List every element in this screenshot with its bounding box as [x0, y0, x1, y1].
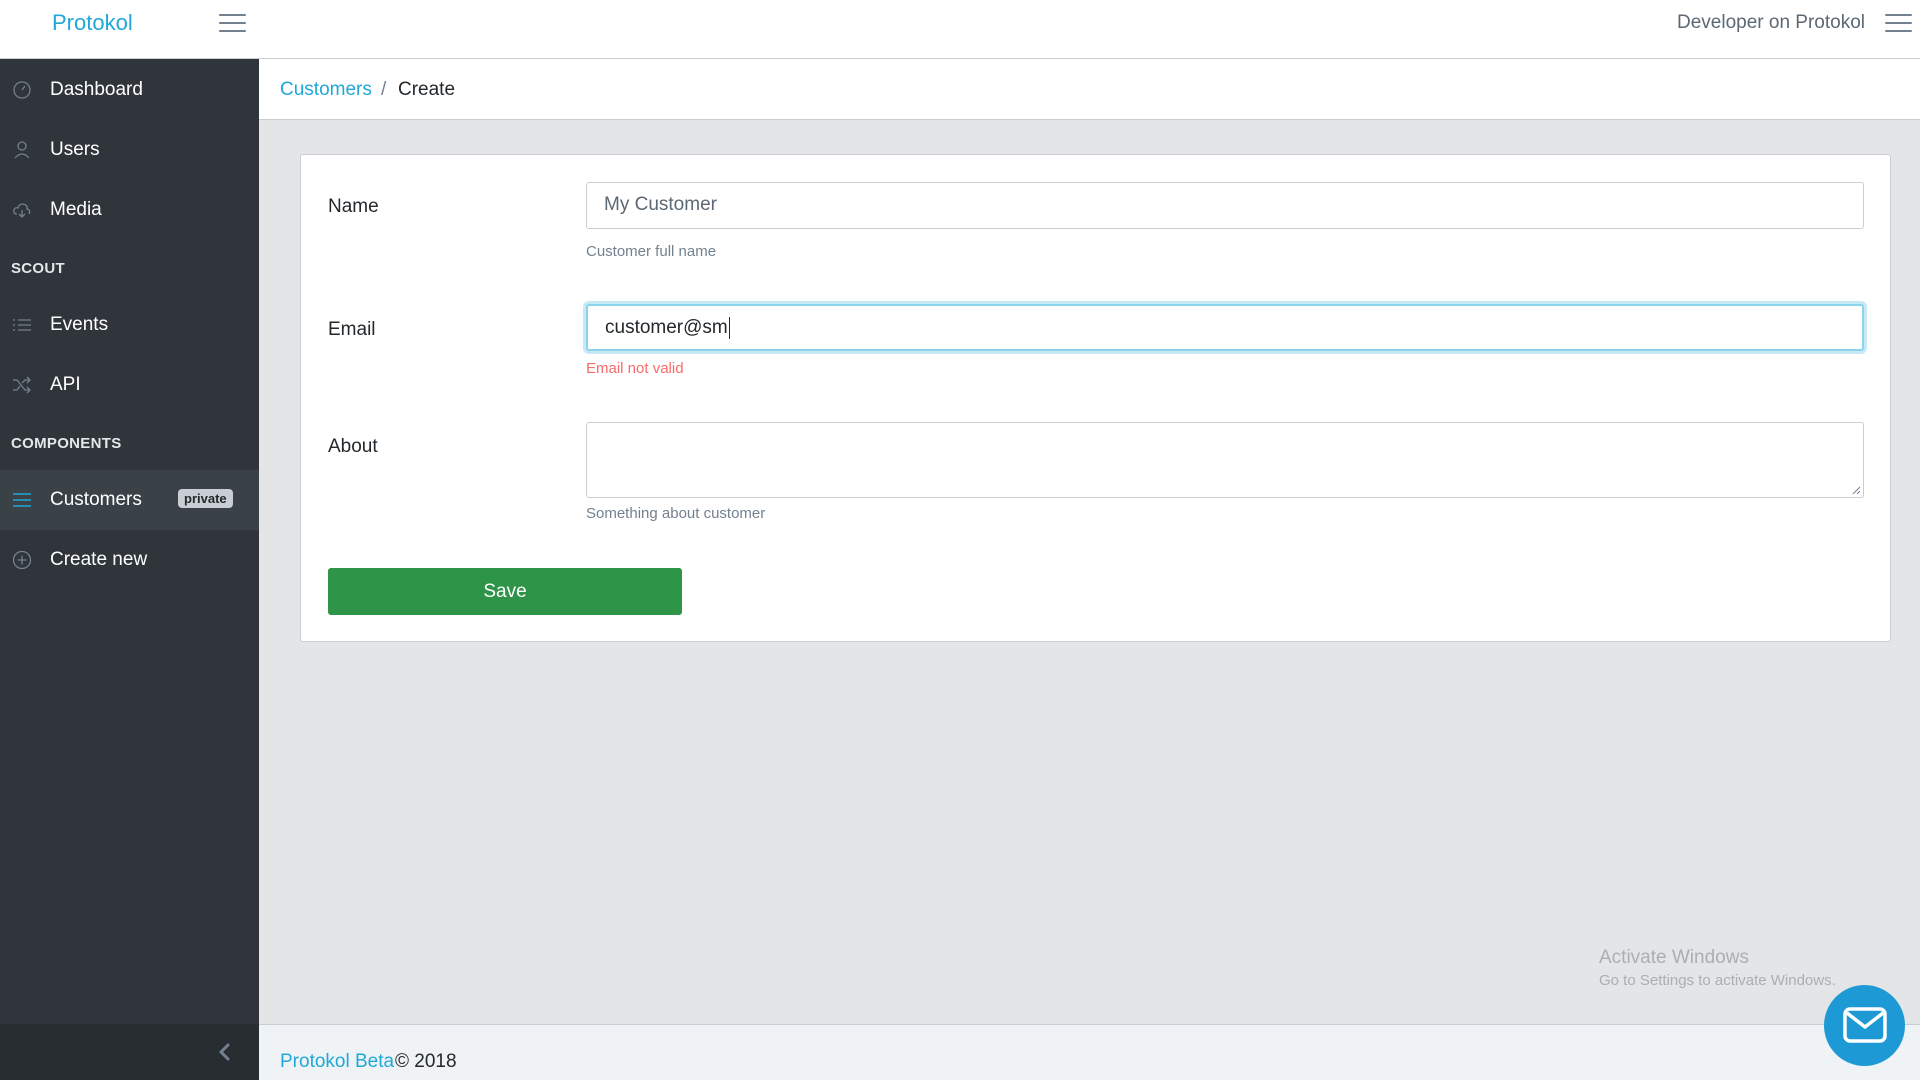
activation-watermark-subtitle: Go to Settings to activate Windows.	[1599, 972, 1836, 989]
sidebar-item-label: Dashboard	[50, 79, 143, 100]
sidebar-item-api[interactable]: API	[0, 355, 259, 415]
mail-icon	[1843, 1007, 1887, 1043]
sidebar-item-create-new[interactable]: Create new	[0, 530, 259, 590]
name-label: Name	[328, 196, 379, 217]
breadcrumb-link-customers[interactable]: Customers	[280, 79, 372, 101]
sidebar-item-label: Users	[50, 139, 100, 160]
chat-button[interactable]	[1824, 985, 1905, 1066]
chevron-left-icon[interactable]	[214, 1040, 236, 1064]
sidebar-item-customers[interactable]: Customers private	[0, 470, 259, 530]
breadcrumb-separator: /	[381, 79, 387, 100]
menu-icon	[13, 493, 31, 507]
sidebar-item-dashboard[interactable]: Dashboard	[0, 60, 259, 120]
about-label: About	[328, 436, 378, 457]
activation-watermark-title: Activate Windows	[1599, 947, 1749, 968]
sidebar-item-label: Create new	[50, 549, 148, 570]
sidebar-toggle-icon[interactable]	[219, 12, 246, 34]
shuffle-icon	[13, 376, 31, 394]
plus-circle-icon	[12, 550, 32, 570]
speedometer-icon	[13, 81, 31, 99]
name-input[interactable]: My Customer	[586, 182, 1864, 229]
sidebar: Dashboard Users Media SCOUT Events API C…	[0, 59, 259, 1080]
email-input-value: customer@sm	[605, 317, 728, 339]
email-input[interactable]: customer@sm	[586, 304, 1864, 351]
customer-form-card: Name My Customer Customer full name Emai…	[300, 154, 1891, 642]
sidebar-item-media[interactable]: Media	[0, 180, 259, 240]
text-caret	[728, 317, 730, 339]
sidebar-item-users[interactable]: Users	[0, 120, 259, 180]
brand-logo[interactable]: Protokol	[52, 10, 133, 36]
user-name[interactable]: Developer on Protokol	[1677, 12, 1865, 34]
app-header: Protokol Developer on Protokol	[0, 0, 1920, 59]
nav-section-title-components: COMPONENTS	[11, 435, 122, 452]
aside-menu-toggle-icon[interactable]	[1885, 12, 1912, 34]
footer-link-protokol-beta[interactable]: Protokol Beta	[280, 1051, 394, 1073]
save-button[interactable]: Save	[328, 568, 682, 615]
email-error-text: Email not valid	[586, 360, 684, 377]
private-badge: private	[178, 489, 233, 508]
cloud-download-icon	[13, 203, 31, 218]
sidebar-item-label: API	[50, 374, 81, 395]
sidebar-item-events[interactable]: Events	[0, 295, 259, 355]
name-help-text: Customer full name	[586, 243, 717, 260]
email-label: Email	[328, 319, 376, 340]
nav-section-title-scout: SCOUT	[11, 260, 65, 277]
list-icon	[13, 319, 31, 331]
about-help-text: Something about customer	[586, 505, 766, 522]
sidebar-item-label: Customers	[50, 489, 142, 510]
sidebar-item-label: Events	[50, 314, 109, 335]
resize-grip-icon[interactable]	[1851, 485, 1861, 495]
about-textarea[interactable]	[586, 422, 1864, 498]
sidebar-footer	[0, 1024, 259, 1080]
app-footer: Protokol Beta © 2018	[259, 1024, 1920, 1080]
user-icon	[14, 141, 30, 159]
breadcrumb-current: Create	[398, 79, 456, 100]
name-input-value: My Customer	[604, 194, 717, 215]
footer-copyright: © 2018	[395, 1051, 457, 1072]
sidebar-item-label: Media	[50, 199, 102, 220]
breadcrumb: Customers / Create	[259, 59, 1920, 120]
